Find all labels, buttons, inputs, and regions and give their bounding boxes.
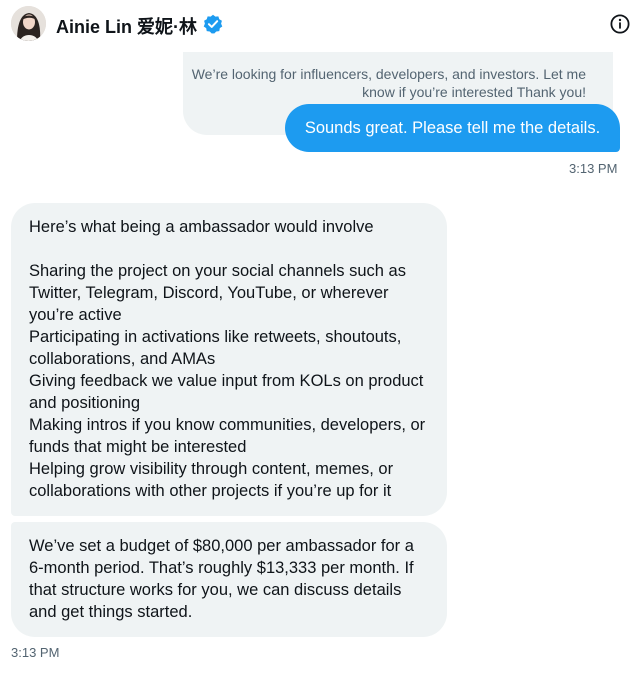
avatar-photo <box>11 6 46 41</box>
conversation-header: Ainie Lin 爱妮·林 <box>0 0 630 50</box>
sent-message-time: 3:13 PM <box>569 161 618 176</box>
verified-badge-icon <box>203 14 223 34</box>
list-item: Participating in activations like retwee… <box>29 328 402 368</box>
contact-name[interactable]: Ainie Lin 爱妮·林 <box>56 13 197 39</box>
received-message-bubble[interactable]: We’ve set a budget of $80,000 per ambass… <box>11 522 447 637</box>
message-intro: Here’s what being a ambassador would inv… <box>29 218 374 236</box>
list-item: Making intros if you know communities, d… <box>29 416 426 456</box>
list-item: Giving feedback we value input from KOLs… <box>29 372 424 412</box>
received-message-bubble[interactable]: Here’s what being a ambassador would inv… <box>11 203 447 516</box>
quoted-message-text: We’re looking for influencers, developer… <box>191 66 586 100</box>
received-message-time: 3:13 PM <box>11 645 60 660</box>
sent-message-bubble[interactable]: Sounds great. Please tell me the details… <box>285 104 620 152</box>
message-text: We’ve set a budget of $80,000 per ambass… <box>29 537 414 621</box>
info-icon[interactable] <box>609 13 630 35</box>
avatar[interactable] <box>11 6 46 41</box>
list-item: Sharing the project on your social chann… <box>29 262 406 324</box>
list-item: Helping grow visibility through content,… <box>29 460 394 500</box>
